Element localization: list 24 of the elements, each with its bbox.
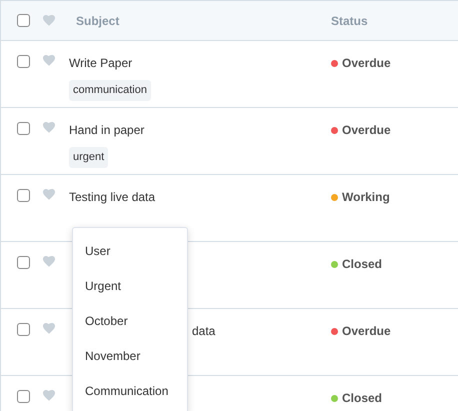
tag[interactable]: communication <box>69 80 151 100</box>
status-text: Closed <box>342 390 382 407</box>
tag[interactable]: urgent <box>69 147 108 168</box>
subject-text[interactable]: Hand in paper <box>69 121 144 139</box>
checkbox[interactable] <box>17 323 30 336</box>
menu-item[interactable]: November <box>73 338 187 373</box>
checkbox[interactable] <box>17 189 30 202</box>
subject-text[interactable]: data <box>192 322 216 340</box>
checkbox[interactable] <box>17 256 30 269</box>
checkbox[interactable] <box>17 14 30 27</box>
menu-item[interactable]: User <box>73 233 187 268</box>
checkbox[interactable] <box>17 55 30 68</box>
menu-item[interactable]: October <box>73 303 187 338</box>
menu-item[interactable]: Urgent <box>73 268 187 303</box>
status-text: Overdue <box>342 323 391 340</box>
status-text: Overdue <box>342 122 391 139</box>
status-text: Closed <box>342 256 382 273</box>
checkbox[interactable] <box>17 390 30 403</box>
menu-item[interactable]: Communication <box>73 373 187 408</box>
status-text: Overdue <box>342 55 391 72</box>
status-text: Working <box>342 189 390 206</box>
subject-text[interactable]: Write Paper <box>69 54 132 72</box>
checkbox[interactable] <box>17 122 30 135</box>
subject-text[interactable]: Testing live data <box>69 188 156 206</box>
